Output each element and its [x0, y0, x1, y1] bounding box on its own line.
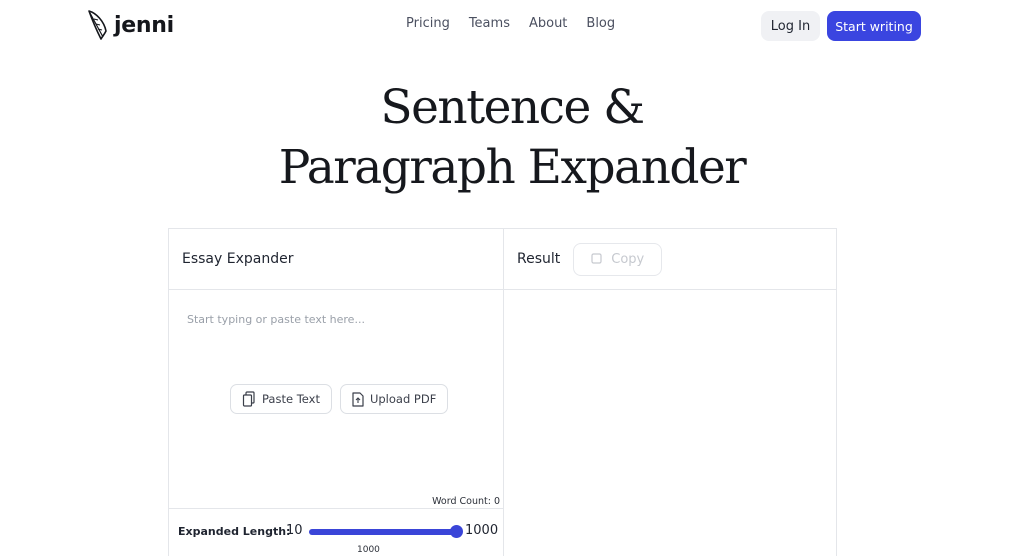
result-panel-title: Result	[517, 251, 561, 267]
nav-link-blog[interactable]: Blog	[586, 16, 615, 31]
copy-button[interactable]: Copy	[573, 242, 663, 276]
result-panel-header: Result Copy	[504, 229, 836, 290]
start-writing-button[interactable]: Start writing	[827, 11, 921, 41]
text-input-area[interactable]: Start typing or paste text here...	[187, 313, 365, 326]
logo-text: jenni	[114, 12, 174, 38]
expander-panels: Essay Expander Start typing or paste tex…	[168, 228, 837, 556]
length-current-value: 1000	[357, 545, 380, 555]
copy-icon	[591, 253, 602, 264]
feather-quill-icon	[88, 10, 107, 40]
copy-label: Copy	[611, 251, 645, 267]
paste-text-label: Paste Text	[262, 392, 320, 406]
logo[interactable]: jenni	[86, 9, 174, 41]
clipboard-icon	[242, 391, 255, 407]
file-upload-icon	[352, 391, 364, 407]
result-output-area	[504, 291, 836, 556]
expanded-length-control: Expanded Length: 10 1000 1000	[169, 508, 503, 556]
word-count: Word Count: 0	[432, 496, 500, 507]
page-title-line-1: Sentence &	[380, 80, 645, 135]
upload-pdf-label: Upload PDF	[369, 392, 437, 406]
page-title: Sentence & Paragraph Expander	[0, 78, 1024, 198]
nav-link-teams[interactable]: Teams	[469, 16, 510, 31]
length-slider-fill	[309, 529, 457, 535]
expanded-length-label: Expanded Length:	[178, 525, 291, 538]
input-panel-header: Essay Expander	[169, 229, 503, 290]
result-panel: Result Copy	[504, 229, 836, 556]
nav-link-pricing[interactable]: Pricing	[406, 16, 450, 31]
length-min-value: 10	[286, 523, 303, 538]
input-actions: Paste Text Upload PDF	[230, 384, 449, 414]
page-title-line-2: Paragraph Expander	[278, 140, 747, 195]
paste-text-button[interactable]: Paste Text	[230, 384, 332, 414]
length-slider-thumb[interactable]	[450, 525, 463, 538]
input-panel: Essay Expander Start typing or paste tex…	[169, 229, 504, 556]
length-slider[interactable]	[309, 525, 463, 538]
main-nav: Pricing Teams About Blog	[406, 16, 634, 31]
input-panel-title: Essay Expander	[182, 251, 294, 267]
upload-pdf-button[interactable]: Upload PDF	[339, 384, 449, 414]
nav-link-about[interactable]: About	[529, 16, 567, 31]
login-button[interactable]: Log In	[761, 11, 820, 41]
length-max-value: 1000	[465, 523, 499, 538]
